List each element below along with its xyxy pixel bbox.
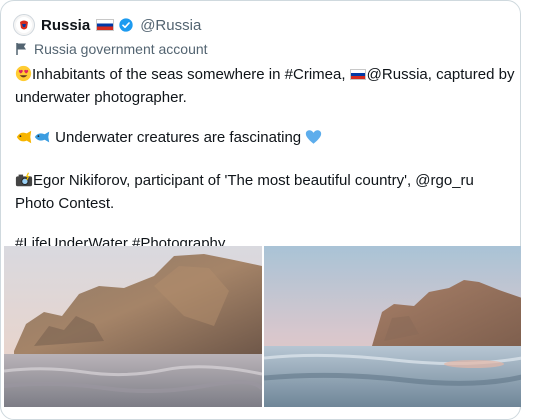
account-handle[interactable]: @Russia [140,17,201,34]
heart-eyes-emoji-icon [15,65,32,88]
tweet-line-1: Inhabitants of the seas somewhere in #Cr… [32,66,350,83]
tweet-line-3: Egor Nikiforov, participant of 'The most… [15,172,474,212]
flag-outline-icon [15,42,28,56]
tropical-fish-emoji-icon [15,129,33,151]
government-account-label[interactable]: Russia government account [15,41,208,57]
account-name[interactable]: Russia [41,17,90,34]
camera-flash-emoji-icon [15,172,33,194]
russia-flag-icon [96,19,115,31]
government-account-text: Russia government account [34,41,208,57]
russia-flag-emoji-icon [349,69,366,80]
tweet-card[interactable]: Russia @Russia Russia government account [0,0,521,420]
tweet-header: Russia @Russia [13,13,201,37]
cliff-sea-photo-left[interactable] [4,246,262,407]
fish-emoji-icon [33,129,51,151]
tweet-paragraph-2: Underwater creatures are fascinating [15,128,515,151]
tweet-line-2: Underwater creatures are fascinating [51,129,306,146]
tweet-paragraph-3: Egor Nikiforov, participant of 'The most… [15,171,515,214]
blue-heart-emoji-icon [305,129,322,151]
cliff-sea-photo-right[interactable] [263,246,521,407]
tweet-text: Inhabitants of the seas somewhere in #Cr… [15,65,515,254]
verified-badge-icon [118,17,134,33]
tweet-media [4,246,521,407]
avatar[interactable] [13,14,35,36]
russia-emblem-icon [16,17,32,33]
tweet-paragraph-1: Inhabitants of the seas somewhere in #Cr… [15,65,515,108]
